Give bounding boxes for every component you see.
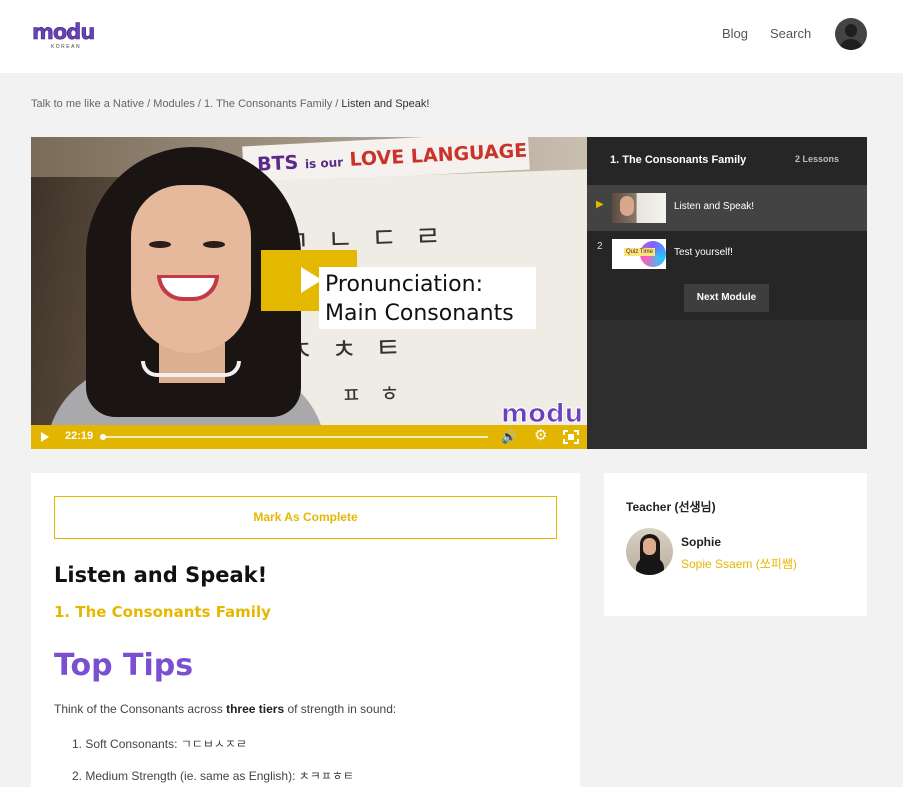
video-controls-bar: 22:19 🔊 ⚙	[31, 425, 587, 449]
top-tips-heading: Top Tips	[54, 648, 194, 683]
fullscreen-icon[interactable]	[563, 430, 579, 448]
teacher-name[interactable]: Sophie	[681, 535, 721, 549]
intro-paragraph: Think of the Consonants across three tie…	[54, 702, 397, 716]
module-title: 1. The Consonants Family	[610, 154, 747, 166]
lesson-thumbnail	[612, 193, 666, 223]
site-header: modu KOREAN Blog Search	[0, 0, 903, 73]
module-subtitle: 1. The Consonants Family	[54, 603, 271, 621]
breadcrumb-module[interactable]: 1. The Consonants Family	[204, 98, 332, 110]
breadcrumb-current: Listen and Speak!	[341, 98, 430, 110]
avatar-head-shape	[845, 24, 857, 37]
lesson-title: Listen and Speak!	[54, 563, 268, 587]
teacher-nickname: Sopie Ssaem (쏘피쌤)	[681, 557, 797, 571]
lesson-item-test-yourself[interactable]: 2 Quiz Time Test yourself!	[587, 231, 867, 277]
whiteboard-row-2: ㅈㅊㅌ	[286, 330, 420, 368]
modu-logo[interactable]: modu KOREAN	[32, 20, 96, 51]
nav-search-link[interactable]: Search	[770, 26, 811, 41]
whiteboard-row-3: ㅍㅎ	[340, 381, 419, 410]
avatar-body-shape	[839, 39, 863, 50]
volume-icon[interactable]: 🔊	[501, 429, 517, 445]
list-item: 1. Soft Consonants: ㄱㄷㅂㅅㅈㄹ	[72, 737, 247, 751]
presenter-face	[131, 185, 251, 353]
lesson-sidebar: 1. The Consonants Family 2 Lessons ▶ Lis…	[587, 137, 867, 449]
video-title-line-1: Pronunciation:	[325, 272, 483, 297]
logo-subtext: KOREAN	[50, 44, 82, 50]
teacher-card: Teacher (선생님) Sophie Sopie Ssaem (쏘피쌤)	[604, 473, 867, 616]
breadcrumb-separator: /	[194, 98, 205, 110]
lesson-label: Test yourself!	[674, 247, 733, 258]
video-time: 22:19	[65, 430, 94, 442]
presenter-collar	[141, 361, 241, 377]
video-title-card: Pronunciation: Main Consonants	[319, 267, 536, 329]
lesson-count: 2 Lessons	[795, 154, 840, 164]
video-player[interactable]: BTS is our LOVE LANGUAGE ㄱㄴㄷㄹ ㅈㅊㅌ ㅍㅎ Pro…	[31, 137, 587, 449]
breadcrumb-separator: /	[144, 98, 154, 110]
nav-blog-link[interactable]: Blog	[722, 26, 748, 41]
lesson-item-listen-and-speak[interactable]: ▶ Listen and Speak!	[587, 185, 867, 231]
video-progress-knob[interactable]	[100, 434, 106, 440]
teacher-avatar[interactable]	[626, 528, 673, 575]
presenter-eye-left	[149, 241, 171, 248]
lesson-number: 2	[597, 241, 603, 252]
logo-wordmark: modu	[32, 20, 96, 44]
teacher-heading: Teacher (선생님)	[626, 500, 716, 514]
list-item: 2. Medium Strength (ie. same as English)…	[72, 769, 354, 783]
breadcrumb-modules[interactable]: Modules	[153, 98, 195, 110]
presenter-eye-right	[203, 241, 225, 248]
play-icon[interactable]	[41, 432, 49, 442]
next-module-button[interactable]: Next Module	[684, 284, 769, 312]
user-avatar[interactable]	[835, 18, 867, 50]
video-title-line-2: Main Consonants	[325, 301, 514, 326]
mark-complete-button[interactable]: Mark As Complete	[54, 496, 557, 539]
video-progress-track[interactable]	[102, 436, 488, 438]
settings-gear-icon[interactable]: ⚙	[534, 428, 547, 444]
lesson-content-card: Mark As Complete Listen and Speak! 1. Th…	[31, 473, 580, 787]
lesson-label: Listen and Speak!	[674, 201, 755, 212]
breadcrumb-course[interactable]: Talk to me like a Native	[31, 98, 144, 110]
current-lesson-play-icon: ▶	[596, 199, 604, 210]
lesson-thumbnail: Quiz Time	[612, 239, 666, 269]
breadcrumb: Talk to me like a Native / Modules / 1. …	[31, 98, 429, 110]
